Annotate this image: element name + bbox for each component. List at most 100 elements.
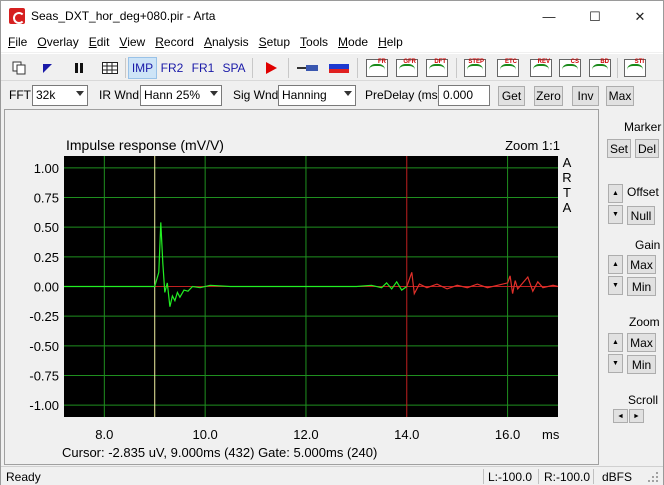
max-button[interactable]: Max [606, 86, 634, 106]
status-right-level: R:-100.0 [544, 470, 591, 484]
y-axis-ticks: 1.00 0.75 0.50 0.25 0.00 -0.25 -0.50 -0.75 -1.00 [29, 161, 59, 413]
gain-max-button[interactable]: Max [627, 255, 656, 274]
sti-icon: STI [624, 59, 646, 77]
maximize-button[interactable]: ☐ [572, 1, 618, 32]
graph-gfr-button[interactable]: GFR [394, 57, 420, 79]
offset-down-button[interactable]: ▼ [608, 205, 623, 224]
step-graph-icon: STEP [464, 59, 486, 77]
invert-button[interactable]: Inv [572, 86, 599, 106]
x-tick-label: 10.0 [192, 427, 217, 442]
dft-graph-icon: DFT [426, 59, 448, 77]
y-tick-label: 0.75 [34, 191, 59, 206]
minimize-button[interactable]: — [526, 1, 572, 32]
x-tick-label: 12.0 [293, 427, 318, 442]
gain-min-button[interactable]: Min [627, 277, 656, 296]
predelay-label: PreDelay (ms) [365, 88, 442, 102]
gain-up-button[interactable]: ▲ [608, 255, 623, 274]
app-window: Seas_DXT_hor_deg+080.pir - Arta — ☐ ✕ Fi… [0, 0, 664, 485]
arrow-up-icon: ▲ [612, 261, 619, 268]
parameter-bar: FFT 32k IR Wnd Hann 25% Sig Wnd Hanning … [1, 82, 663, 108]
status-left-level: L:-100.0 [488, 470, 533, 484]
rev-graph-icon: REV [530, 59, 552, 77]
etc-graph-icon: ETC [497, 59, 519, 77]
menu-overlay[interactable]: Overlay [32, 35, 83, 49]
menu-view[interactable]: View [114, 35, 150, 49]
graph-bd-button[interactable]: BD [587, 57, 613, 79]
zoom-readout: Zoom 1:1 [505, 138, 560, 153]
cs-graph-icon: CS [559, 59, 581, 77]
play-icon [266, 62, 277, 74]
pointer-icon [43, 64, 52, 73]
zoom-up-button[interactable]: ▲ [608, 333, 623, 352]
probe-button[interactable] [294, 57, 322, 79]
x-tick-label: 16.0 [495, 427, 520, 442]
table-button[interactable] [99, 57, 121, 79]
copy-button[interactable] [9, 57, 29, 79]
resize-grip-icon[interactable] [647, 471, 659, 483]
menu-tools[interactable]: Tools [295, 35, 333, 49]
arrow-left-icon: ◄ [617, 412, 624, 420]
arta-app-icon[interactable] [9, 8, 25, 24]
plot-frame: Impulse response (mV/V) Zoom 1:1 A R T A… [4, 109, 599, 465]
graph-rev-button[interactable]: REV [528, 57, 554, 79]
menu-setup[interactable]: Setup [254, 35, 295, 49]
fft-select[interactable]: 32k [32, 85, 88, 106]
offset-up-button[interactable]: ▲ [608, 184, 623, 203]
zero-button[interactable]: Zero [534, 86, 563, 106]
zoom-max-button[interactable]: Max [627, 333, 656, 352]
gain-down-button[interactable]: ▼ [608, 276, 623, 295]
get-button[interactable]: Get [498, 86, 525, 106]
marker-set-button[interactable]: Set [607, 139, 631, 158]
pause-button[interactable] [69, 57, 89, 79]
sti-button[interactable]: STI [622, 57, 648, 79]
marker-delete-button[interactable]: Del [635, 139, 659, 158]
play-button[interactable] [260, 57, 282, 79]
menu-file[interactable]: File [3, 35, 32, 49]
arrow-down-icon: ▼ [612, 211, 619, 218]
x-axis-ticks: 8.0 10.0 12.0 14.0 16.0 [95, 427, 520, 442]
zoom-min-button[interactable]: Min [627, 355, 656, 374]
graph-cs-button[interactable]: CS [557, 57, 583, 79]
window-title: Seas_DXT_hor_deg+080.pir - Arta [31, 9, 216, 23]
menu-edit[interactable]: Edit [84, 35, 115, 49]
marker-label: Marker [624, 120, 662, 134]
generator-icon [329, 64, 349, 73]
y-tick-label: -1.00 [29, 398, 59, 413]
y-tick-label: 0.25 [34, 250, 59, 265]
menu-analysis[interactable]: Analysis [199, 35, 254, 49]
cursor-readout: Cursor: -2.835 uV, 9.000ms (432) Gate: 5… [62, 445, 377, 460]
impulse-response-chart[interactable]: Impulse response (mV/V) Zoom 1:1 A R T A… [5, 110, 598, 464]
generator-button[interactable] [326, 57, 352, 79]
status-ready: Ready [6, 470, 41, 484]
ir-window-select[interactable]: Hann 25% [140, 85, 222, 106]
scroll-left-button[interactable]: ◄ [613, 409, 628, 423]
side-letter: T [563, 185, 571, 200]
signal-window-select[interactable]: Hanning [278, 85, 356, 106]
status-bar: Ready L:-100.0 R:-100.0 dBFS [1, 466, 663, 485]
mode-fr1-button[interactable]: FR1 [189, 57, 217, 79]
mode-spa-button[interactable]: SPA [220, 57, 248, 79]
close-button[interactable]: ✕ [617, 1, 663, 32]
null-button[interactable]: Null [627, 206, 655, 225]
menu-record[interactable]: Record [150, 35, 199, 49]
chevron-down-icon [344, 91, 352, 96]
predelay-input[interactable]: 0.000 [438, 85, 490, 106]
y-tick-label: -0.75 [29, 368, 59, 383]
copy-icon [12, 61, 26, 75]
ir-wnd-label: IR Wnd [99, 88, 140, 102]
zoom-down-button[interactable]: ▼ [608, 354, 623, 373]
graph-fr-button[interactable]: FR [364, 57, 390, 79]
mode-imp-button[interactable]: IMP [128, 57, 157, 79]
mode-fr2-button[interactable]: FR2 [158, 57, 186, 79]
arrow-up-icon: ▲ [612, 339, 619, 346]
menu-help[interactable]: Help [373, 35, 408, 49]
pause-icon [75, 63, 83, 73]
scroll-right-button[interactable]: ► [629, 409, 644, 423]
graph-step-button[interactable]: STEP [462, 57, 488, 79]
gfr-graph-icon: GFR [396, 59, 418, 77]
pointer-button[interactable] [37, 57, 57, 79]
plot-title: Impulse response (mV/V) [66, 137, 224, 153]
graph-etc-button[interactable]: ETC [495, 57, 521, 79]
graph-dft-button[interactable]: DFT [424, 57, 450, 79]
menu-mode[interactable]: Mode [333, 35, 373, 49]
